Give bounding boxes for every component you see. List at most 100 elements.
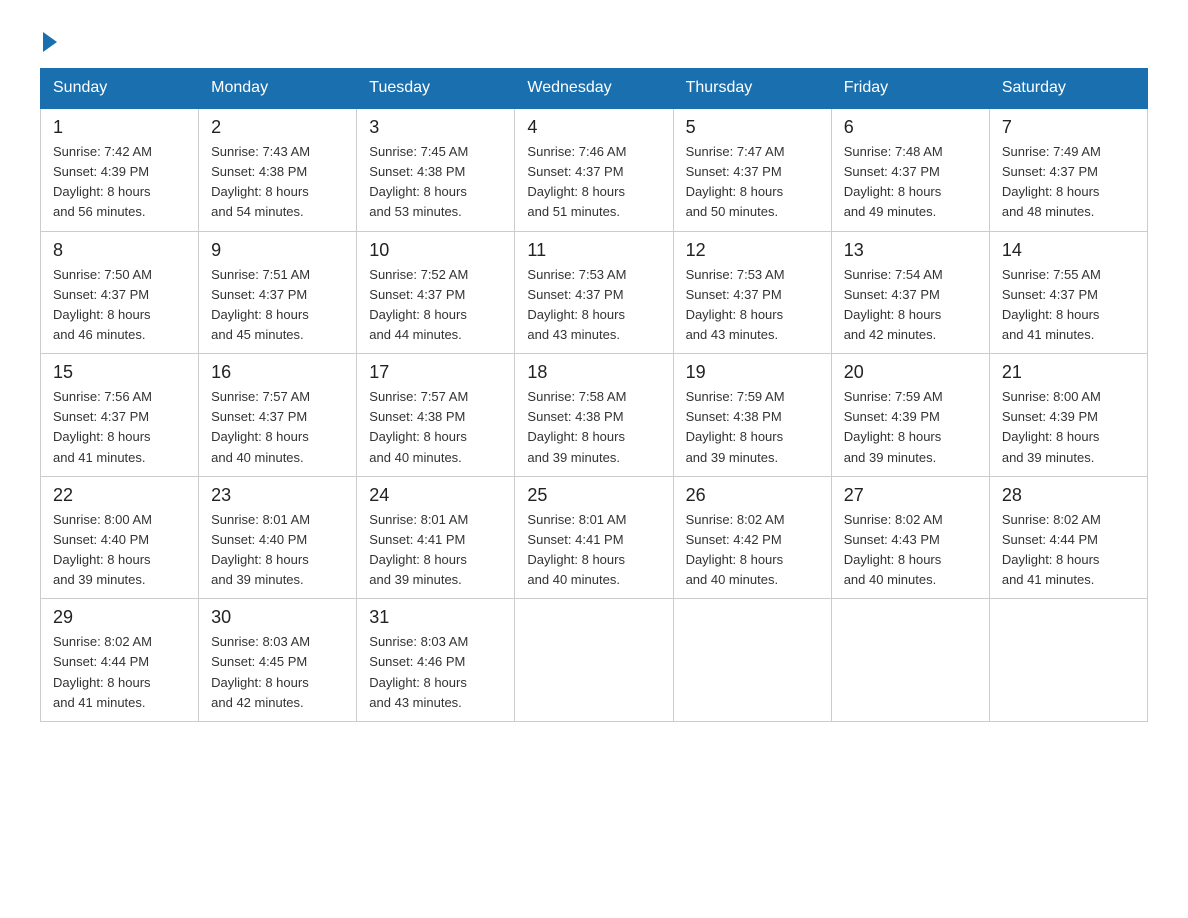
day-info: Sunrise: 7:54 AM Sunset: 4:37 PM Dayligh… — [844, 265, 977, 346]
day-number: 4 — [527, 117, 660, 138]
calendar-cell: 31Sunrise: 8:03 AM Sunset: 4:46 PM Dayli… — [357, 599, 515, 722]
day-info: Sunrise: 7:51 AM Sunset: 4:37 PM Dayligh… — [211, 265, 344, 346]
header-tuesday: Tuesday — [357, 69, 515, 109]
day-number: 28 — [1002, 485, 1135, 506]
day-number: 24 — [369, 485, 502, 506]
day-info: Sunrise: 8:00 AM Sunset: 4:40 PM Dayligh… — [53, 510, 186, 591]
day-number: 12 — [686, 240, 819, 261]
calendar-cell — [831, 599, 989, 722]
calendar-cell: 30 Sunrise: 8:03 AM Sunset: 4:45 PM Dayli… — [199, 599, 357, 722]
day-number: 14 — [1002, 240, 1135, 261]
calendar-table: SundayMondayTuesdayWednesdayThursdayFrid… — [40, 68, 1148, 722]
day-number: 7 — [1002, 117, 1135, 138]
calendar-cell: 1 Sunrise: 7:42 AM Sunset: 4:39 PM Daylig… — [41, 108, 199, 231]
day-info: Sunrise: 7:42 AM Sunset: 4:39 PM Dayligh… — [53, 142, 186, 223]
day-info: Sunrise: 8:03 AM Sunset: 4:46 PM Dayligh… — [369, 632, 502, 713]
day-info: Sunrise: 7:46 AM Sunset: 4:37 PM Dayligh… — [527, 142, 660, 223]
header-wednesday: Wednesday — [515, 69, 673, 109]
day-info: Sunrise: 7:59 AM Sunset: 4:38 PM Dayligh… — [686, 387, 819, 468]
day-number: 30 — [211, 607, 344, 628]
day-number: 11 — [527, 240, 660, 261]
day-info: Sunrise: 7:43 AM Sunset: 4:38 PM Dayligh… — [211, 142, 344, 223]
day-info: Sunrise: 8:02 AM Sunset: 4:43 PM Dayligh… — [844, 510, 977, 591]
day-number: 1 — [53, 117, 186, 138]
day-info: Sunrise: 7:50 AM Sunset: 4:37 PM Dayligh… — [53, 265, 186, 346]
day-number: 10 — [369, 240, 502, 261]
day-info: Sunrise: 8:00 AM Sunset: 4:39 PM Dayligh… — [1002, 387, 1135, 468]
logo-arrow-icon — [43, 32, 57, 52]
calendar-cell: 23Sunrise: 8:01 AM Sunset: 4:40 PM Dayli… — [199, 476, 357, 599]
day-number: 25 — [527, 485, 660, 506]
calendar-cell: 28 Sunrise: 8:02 AM Sunset: 4:44 PM Dayli… — [989, 476, 1147, 599]
calendar-cell: 10Sunrise: 7:52 AM Sunset: 4:37 PM Dayli… — [357, 231, 515, 354]
day-number: 9 — [211, 240, 344, 261]
calendar-cell: 9 Sunrise: 7:51 AM Sunset: 4:37 PM Daylig… — [199, 231, 357, 354]
calendar-cell: 4 Sunrise: 7:46 AM Sunset: 4:37 PM Daylig… — [515, 108, 673, 231]
day-info: Sunrise: 7:59 AM Sunset: 4:39 PM Dayligh… — [844, 387, 977, 468]
calendar-cell: 25 Sunrise: 8:01 AM Sunset: 4:41 PM Dayli… — [515, 476, 673, 599]
calendar-cell: 14 Sunrise: 7:55 AM Sunset: 4:37 PM Dayli… — [989, 231, 1147, 354]
calendar-cell: 19Sunrise: 7:59 AM Sunset: 4:38 PM Dayli… — [673, 354, 831, 477]
day-info: Sunrise: 7:53 AM Sunset: 4:37 PM Dayligh… — [527, 265, 660, 346]
calendar-cell: 13Sunrise: 7:54 AM Sunset: 4:37 PM Dayli… — [831, 231, 989, 354]
day-number: 18 — [527, 362, 660, 383]
calendar-cell: 7 Sunrise: 7:49 AM Sunset: 4:37 PM Daylig… — [989, 108, 1147, 231]
day-number: 27 — [844, 485, 977, 506]
day-info: Sunrise: 7:57 AM Sunset: 4:37 PM Dayligh… — [211, 387, 344, 468]
day-info: Sunrise: 7:49 AM Sunset: 4:37 PM Dayligh… — [1002, 142, 1135, 223]
day-number: 17 — [369, 362, 502, 383]
day-number: 2 — [211, 117, 344, 138]
day-info: Sunrise: 7:58 AM Sunset: 4:38 PM Dayligh… — [527, 387, 660, 468]
day-info: Sunrise: 8:03 AM Sunset: 4:45 PM Dayligh… — [211, 632, 344, 713]
day-number: 8 — [53, 240, 186, 261]
day-number: 23 — [211, 485, 344, 506]
day-info: Sunrise: 8:01 AM Sunset: 4:41 PM Dayligh… — [527, 510, 660, 591]
calendar-cell: 15 Sunrise: 7:56 AM Sunset: 4:37 PM Dayli… — [41, 354, 199, 477]
calendar-cell: 26Sunrise: 8:02 AM Sunset: 4:42 PM Dayli… — [673, 476, 831, 599]
calendar-cell: 22 Sunrise: 8:00 AM Sunset: 4:40 PM Dayli… — [41, 476, 199, 599]
calendar-cell: 29 Sunrise: 8:02 AM Sunset: 4:44 PM Dayli… — [41, 599, 199, 722]
calendar-cell: 12Sunrise: 7:53 AM Sunset: 4:37 PM Dayli… — [673, 231, 831, 354]
day-info: Sunrise: 8:02 AM Sunset: 4:42 PM Dayligh… — [686, 510, 819, 591]
calendar-cell: 8 Sunrise: 7:50 AM Sunset: 4:37 PM Daylig… — [41, 231, 199, 354]
day-info: Sunrise: 7:45 AM Sunset: 4:38 PM Dayligh… — [369, 142, 502, 223]
day-number: 21 — [1002, 362, 1135, 383]
day-number: 29 — [53, 607, 186, 628]
calendar-cell: 16Sunrise: 7:57 AM Sunset: 4:37 PM Dayli… — [199, 354, 357, 477]
day-number: 22 — [53, 485, 186, 506]
day-number: 15 — [53, 362, 186, 383]
calendar-cell: 27 Sunrise: 8:02 AM Sunset: 4:43 PM Dayli… — [831, 476, 989, 599]
calendar-header-row: SundayMondayTuesdayWednesdayThursdayFrid… — [41, 69, 1148, 109]
calendar-cell: 2 Sunrise: 7:43 AM Sunset: 4:38 PM Daylig… — [199, 108, 357, 231]
day-number: 20 — [844, 362, 977, 383]
calendar-cell — [989, 599, 1147, 722]
header-thursday: Thursday — [673, 69, 831, 109]
week-row-1: 1 Sunrise: 7:42 AM Sunset: 4:39 PM Daylig… — [41, 108, 1148, 231]
day-info: Sunrise: 8:01 AM Sunset: 4:41 PM Dayligh… — [369, 510, 502, 591]
day-info: Sunrise: 8:02 AM Sunset: 4:44 PM Dayligh… — [1002, 510, 1135, 591]
day-number: 3 — [369, 117, 502, 138]
day-info: Sunrise: 7:56 AM Sunset: 4:37 PM Dayligh… — [53, 387, 186, 468]
day-number: 5 — [686, 117, 819, 138]
header-monday: Monday — [199, 69, 357, 109]
header-friday: Friday — [831, 69, 989, 109]
day-info: Sunrise: 7:55 AM Sunset: 4:37 PM Dayligh… — [1002, 265, 1135, 346]
calendar-cell: 17 Sunrise: 7:57 AM Sunset: 4:38 PM Dayli… — [357, 354, 515, 477]
page-header — [40, 30, 1148, 48]
day-info: Sunrise: 8:02 AM Sunset: 4:44 PM Dayligh… — [53, 632, 186, 713]
calendar-cell: 3 Sunrise: 7:45 AM Sunset: 4:38 PM Daylig… — [357, 108, 515, 231]
week-row-4: 22 Sunrise: 8:00 AM Sunset: 4:40 PM Dayli… — [41, 476, 1148, 599]
day-number: 6 — [844, 117, 977, 138]
day-info: Sunrise: 7:57 AM Sunset: 4:38 PM Dayligh… — [369, 387, 502, 468]
day-info: Sunrise: 7:48 AM Sunset: 4:37 PM Dayligh… — [844, 142, 977, 223]
week-row-2: 8 Sunrise: 7:50 AM Sunset: 4:37 PM Daylig… — [41, 231, 1148, 354]
week-row-5: 29 Sunrise: 8:02 AM Sunset: 4:44 PM Dayli… — [41, 599, 1148, 722]
logo — [40, 30, 57, 48]
calendar-cell — [515, 599, 673, 722]
calendar-cell: 6 Sunrise: 7:48 AM Sunset: 4:37 PM Daylig… — [831, 108, 989, 231]
calendar-cell: 11 Sunrise: 7:53 AM Sunset: 4:37 PM Dayli… — [515, 231, 673, 354]
day-info: Sunrise: 7:47 AM Sunset: 4:37 PM Dayligh… — [686, 142, 819, 223]
week-row-3: 15 Sunrise: 7:56 AM Sunset: 4:37 PM Dayli… — [41, 354, 1148, 477]
header-saturday: Saturday — [989, 69, 1147, 109]
calendar-cell: 24 Sunrise: 8:01 AM Sunset: 4:41 PM Dayli… — [357, 476, 515, 599]
